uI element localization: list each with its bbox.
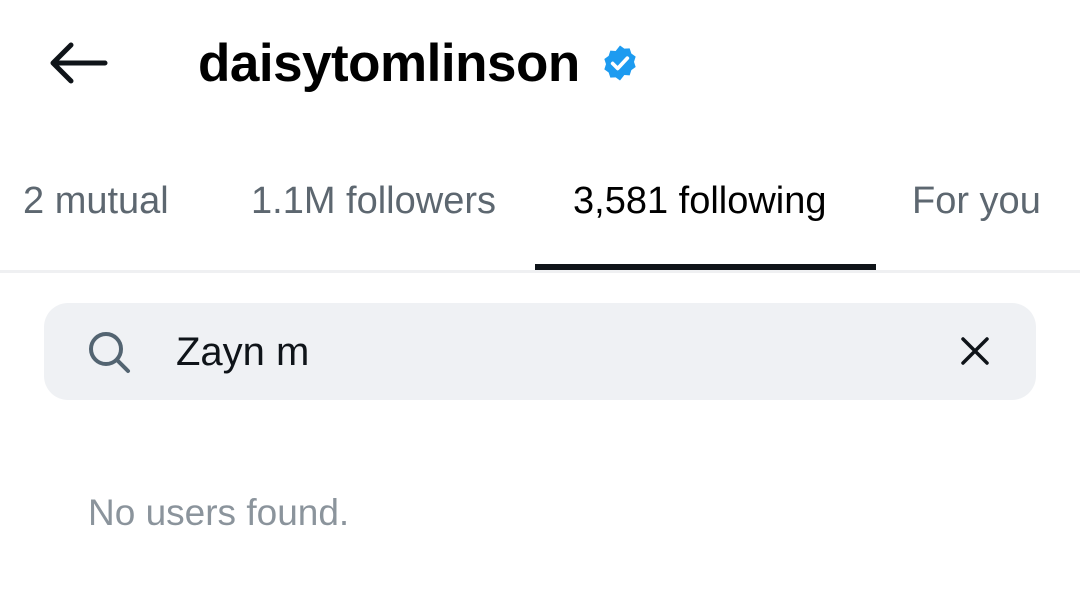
tab-followers[interactable]: 1.1M followers bbox=[251, 180, 496, 230]
empty-results-message: No users found. bbox=[88, 492, 350, 533]
header-title-group: daisytomlinson bbox=[198, 28, 640, 98]
following-screen: daisytomlinson 2 mutual 1.1M followers 3… bbox=[0, 0, 1080, 602]
clear-search-button[interactable] bbox=[950, 326, 1000, 376]
back-button[interactable] bbox=[38, 30, 116, 96]
profile-tabs: 2 mutual 1.1M followers 3,581 following … bbox=[0, 160, 1080, 273]
profile-header: daisytomlinson bbox=[0, 0, 1080, 125]
verified-badge-icon bbox=[600, 43, 640, 83]
active-tab-indicator bbox=[535, 264, 876, 270]
tab-following[interactable]: 3,581 following bbox=[573, 180, 827, 230]
tab-for-you[interactable]: For you bbox=[912, 180, 1041, 230]
tab-mutual[interactable]: 2 mutual bbox=[23, 180, 169, 230]
profile-username: daisytomlinson bbox=[198, 33, 580, 93]
close-icon bbox=[961, 337, 989, 365]
search-input[interactable] bbox=[176, 322, 896, 382]
search-icon bbox=[86, 329, 132, 375]
arrow-left-icon bbox=[50, 42, 108, 84]
